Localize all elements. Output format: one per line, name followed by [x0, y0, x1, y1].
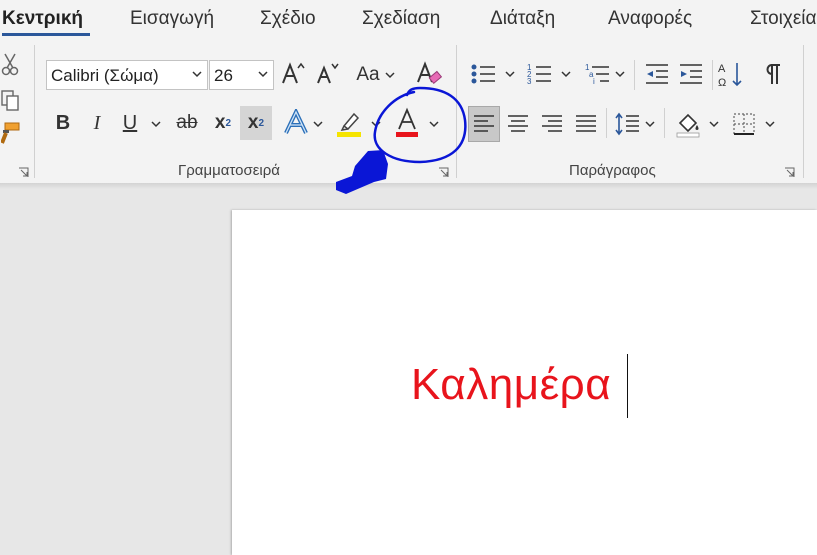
decrease-indent-icon: [646, 64, 668, 84]
svg-text:Ω: Ω: [718, 77, 726, 88]
tab-draw[interactable]: Σχέδιο: [260, 8, 316, 30]
numbering-button[interactable]: 123: [524, 58, 554, 90]
bullets-icon: [471, 64, 495, 84]
align-center-button[interactable]: [502, 106, 534, 142]
align-right-icon: [542, 115, 562, 132]
bullets-chevron-icon[interactable]: [504, 68, 516, 80]
subscript-base: x: [214, 112, 226, 133]
paint-bucket-icon: [676, 113, 700, 138]
clipboard-dialog-launcher-icon[interactable]: [18, 165, 29, 177]
borders-icon: [733, 113, 755, 135]
superscript-button[interactable]: x2: [240, 106, 272, 140]
justify-button[interactable]: [570, 106, 602, 142]
pilcrow-icon: [766, 64, 780, 84]
borders-chevron-icon[interactable]: [764, 118, 776, 130]
cut-icon[interactable]: [0, 50, 20, 78]
sort-icon: AΩ: [718, 63, 742, 88]
underline-button[interactable]: U: [118, 108, 142, 138]
group-separator: [34, 45, 35, 178]
button-separator: [606, 108, 607, 138]
text-effects-chevron-icon[interactable]: [312, 118, 324, 130]
line-spacing-chevron-icon[interactable]: [644, 118, 656, 130]
bullets-button[interactable]: [468, 58, 498, 90]
borders-button[interactable]: [728, 106, 760, 142]
tab-home[interactable]: Κεντρική: [2, 8, 83, 30]
italic-button[interactable]: I: [86, 108, 108, 138]
multilevel-chevron-icon[interactable]: [614, 68, 626, 80]
increase-indent-icon: [680, 64, 702, 84]
superscript-base: x: [247, 112, 259, 133]
svg-text:3: 3: [527, 77, 532, 86]
multilevel-list-button[interactable]: 1ai: [582, 58, 612, 90]
subscript-button[interactable]: x2: [210, 108, 236, 138]
tab-design[interactable]: Σχεδίαση: [362, 8, 440, 30]
align-center-icon: [508, 115, 528, 132]
font-color-chevron-icon[interactable]: [428, 118, 440, 130]
change-case-label: Aa: [356, 64, 380, 85]
highlighter-icon: [337, 112, 361, 137]
svg-text:i: i: [593, 77, 595, 86]
tab-mailings[interactable]: Στοιχεία: [750, 8, 817, 30]
text-effects-button[interactable]: [282, 106, 310, 140]
line-spacing-button[interactable]: [612, 106, 642, 142]
align-right-button[interactable]: [536, 106, 568, 142]
button-separator: [664, 108, 665, 138]
multilevel-list-icon: 1ai: [585, 63, 609, 86]
underline-options-chevron-icon[interactable]: [150, 118, 162, 130]
button-separator: [712, 60, 713, 90]
copy-icon[interactable]: [0, 88, 20, 114]
font-family-combo[interactable]: Calibri (Σώμα): [46, 60, 208, 90]
bold-button[interactable]: B: [52, 108, 74, 138]
clear-formatting-icon: [417, 61, 442, 84]
font-group-label: Γραμματοσειρά: [178, 162, 280, 179]
shrink-font-button[interactable]: [312, 58, 342, 90]
sort-button[interactable]: AΩ: [716, 58, 746, 90]
chevron-down-icon: [385, 72, 395, 79]
highlight-chevron-icon[interactable]: [370, 118, 382, 130]
format-painter-icon[interactable]: [0, 120, 22, 146]
grow-font-button[interactable]: [278, 58, 308, 90]
shading-button[interactable]: [672, 106, 704, 142]
line-spacing-icon: [615, 112, 639, 136]
align-left-icon: [474, 115, 494, 132]
increase-indent-button[interactable]: [676, 58, 706, 90]
ribbon-tab-bar: Κεντρική Εισαγωγή Σχέδιο Σχεδίαση Διάταξ…: [0, 0, 817, 38]
chevron-down-icon: [192, 71, 202, 78]
text-effects-icon: [284, 109, 308, 134]
tab-insert[interactable]: Εισαγωγή: [130, 8, 214, 30]
change-case-button[interactable]: Aa: [352, 60, 400, 90]
superscript-small: 2: [258, 117, 265, 129]
button-separator: [634, 60, 635, 90]
font-color-icon: [396, 107, 418, 137]
shading-chevron-icon[interactable]: [708, 118, 720, 130]
numbering-chevron-icon[interactable]: [560, 68, 572, 80]
subscript-small: 2: [225, 117, 232, 129]
justify-icon: [576, 115, 596, 132]
shrink-font-icon: [317, 63, 339, 84]
show-formatting-marks-button[interactable]: [760, 58, 786, 90]
font-family-value: Calibri (Σώμα): [51, 66, 159, 85]
group-separator: [456, 45, 457, 178]
font-size-combo[interactable]: 26: [209, 60, 274, 90]
strikethrough-button[interactable]: ab: [172, 108, 202, 138]
svg-text:A: A: [718, 63, 726, 75]
document-text[interactable]: Καλημέρα: [411, 360, 611, 410]
paragraph-dialog-launcher-icon[interactable]: [784, 165, 795, 177]
text-cursor: [627, 354, 628, 418]
font-dialog-launcher-icon[interactable]: [438, 165, 449, 177]
chevron-down-icon: [258, 71, 268, 78]
font-color-button[interactable]: [392, 106, 422, 140]
grow-font-icon: [282, 62, 305, 84]
numbering-icon: 123: [527, 63, 551, 86]
tab-references[interactable]: Αναφορές: [608, 8, 692, 30]
active-tab-indicator: [2, 33, 90, 36]
group-separator: [803, 45, 804, 178]
align-left-button[interactable]: [468, 106, 500, 142]
paragraph-group-label: Παράγραφος: [569, 162, 656, 179]
clear-formatting-button[interactable]: [412, 58, 444, 90]
decrease-indent-button[interactable]: [642, 58, 672, 90]
highlight-button[interactable]: [334, 106, 364, 140]
font-size-value: 26: [214, 66, 233, 85]
tab-layout[interactable]: Διάταξη: [490, 8, 555, 30]
